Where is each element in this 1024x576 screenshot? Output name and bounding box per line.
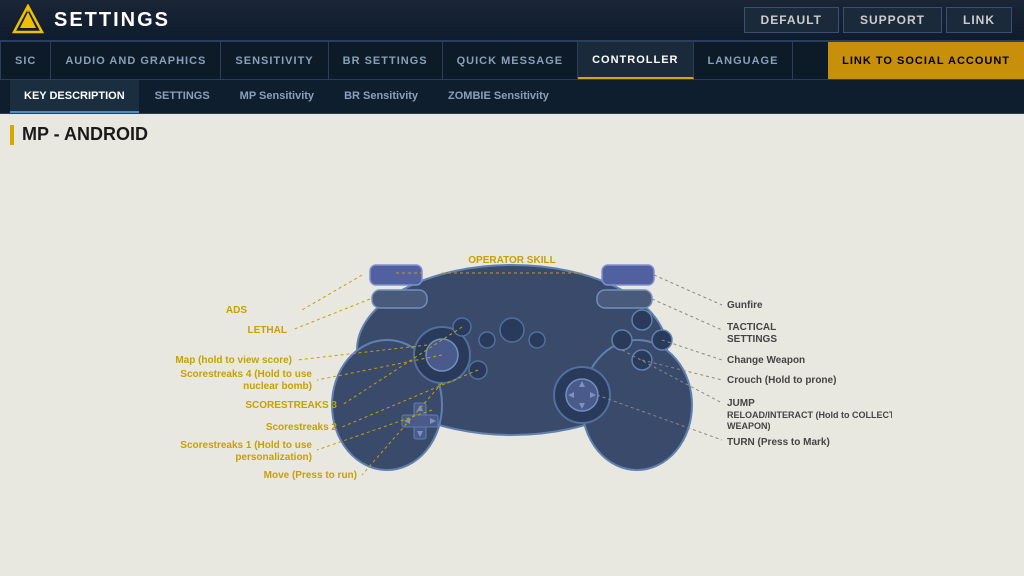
support-button[interactable]: SUPPORT	[843, 7, 942, 33]
subtab-mp-sensitivity[interactable]: MP Sensitivity	[226, 80, 328, 113]
controller-diagram: OPERATOR SKILL ADS LETHAL Map (hold to v…	[132, 155, 892, 515]
app-logo	[12, 4, 44, 36]
svg-text:Change Weapon: Change Weapon	[727, 355, 805, 366]
svg-text:TACTICAL: TACTICAL	[727, 322, 776, 333]
svg-text:RELOAD/INTERACT (Hold to COLLE: RELOAD/INTERACT (Hold to COLLECT	[727, 410, 892, 420]
default-button[interactable]: DEFAULT	[744, 7, 839, 33]
main-content: MP - ANDROID	[0, 114, 1024, 576]
section-title: MP - ANDROID	[10, 124, 1014, 145]
svg-text:LETHAL: LETHAL	[248, 325, 287, 336]
header-buttons: DEFAULT SUPPORT LINK	[744, 7, 1012, 33]
subtab-settings[interactable]: SETTINGS	[141, 80, 224, 113]
tab-quick-message[interactable]: QUICK MESSAGE	[443, 42, 579, 79]
svg-text:Crouch (Hold to prone): Crouch (Hold to prone)	[727, 375, 836, 386]
tab-sic[interactable]: SIC	[0, 42, 51, 79]
svg-text:TURN (Press to Mark): TURN (Press to Mark)	[727, 437, 830, 448]
svg-text:SETTINGS: SETTINGS	[727, 334, 777, 345]
svg-text:Map (hold to view score): Map (hold to view score)	[175, 355, 292, 366]
svg-text:Scorestreaks 2: Scorestreaks 2	[266, 422, 338, 433]
nav-tabs: SIC AUDIO AND GRAPHICS SENSITIVITY BR SE…	[0, 42, 1024, 80]
tab-controller[interactable]: CONTROLLER	[578, 42, 693, 79]
svg-text:Move (Press to run): Move (Press to run)	[264, 470, 357, 481]
svg-text:OPERATOR SKILL: OPERATOR SKILL	[468, 255, 555, 266]
svg-text:Scorestreaks 1 (Hold to use: Scorestreaks 1 (Hold to use	[180, 440, 312, 451]
svg-text:WEAPON): WEAPON)	[727, 421, 771, 431]
tab-audio[interactable]: AUDIO AND GRAPHICS	[51, 42, 221, 79]
page-title: SETTINGS	[54, 9, 744, 32]
link-button[interactable]: LINK	[946, 7, 1012, 33]
svg-text:ADS: ADS	[226, 305, 247, 316]
svg-text:nuclear bomb): nuclear bomb)	[243, 381, 312, 392]
subtab-zombie-sensitivity[interactable]: ZOMBIE Sensitivity	[434, 80, 563, 113]
subtab-key-description[interactable]: KEY DESCRIPTION	[10, 80, 139, 113]
svg-text:Scorestreaks 4 (Hold to use: Scorestreaks 4 (Hold to use	[180, 369, 312, 380]
sub-tabs: KEY DESCRIPTION SETTINGS MP Sensitivity …	[0, 80, 1024, 114]
tab-sensitivity[interactable]: SENSITIVITY	[221, 42, 328, 79]
tab-language[interactable]: LANGUAGE	[694, 42, 794, 79]
subtab-br-sensitivity[interactable]: BR Sensitivity	[330, 80, 432, 113]
svg-text:SCORESTREAKS 3: SCORESTREAKS 3	[245, 400, 337, 411]
svg-text:JUMP: JUMP	[727, 398, 755, 409]
svg-text:personalization): personalization)	[235, 452, 312, 463]
tab-br-settings[interactable]: BR SETTINGS	[329, 42, 443, 79]
controller-svg: OPERATOR SKILL ADS LETHAL Map (hold to v…	[132, 155, 892, 495]
header: SETTINGS DEFAULT SUPPORT LINK	[0, 0, 1024, 42]
tab-link-social[interactable]: LINK TO SOCIAL ACCOUNT	[828, 42, 1024, 79]
svg-text:Gunfire: Gunfire	[727, 300, 763, 311]
